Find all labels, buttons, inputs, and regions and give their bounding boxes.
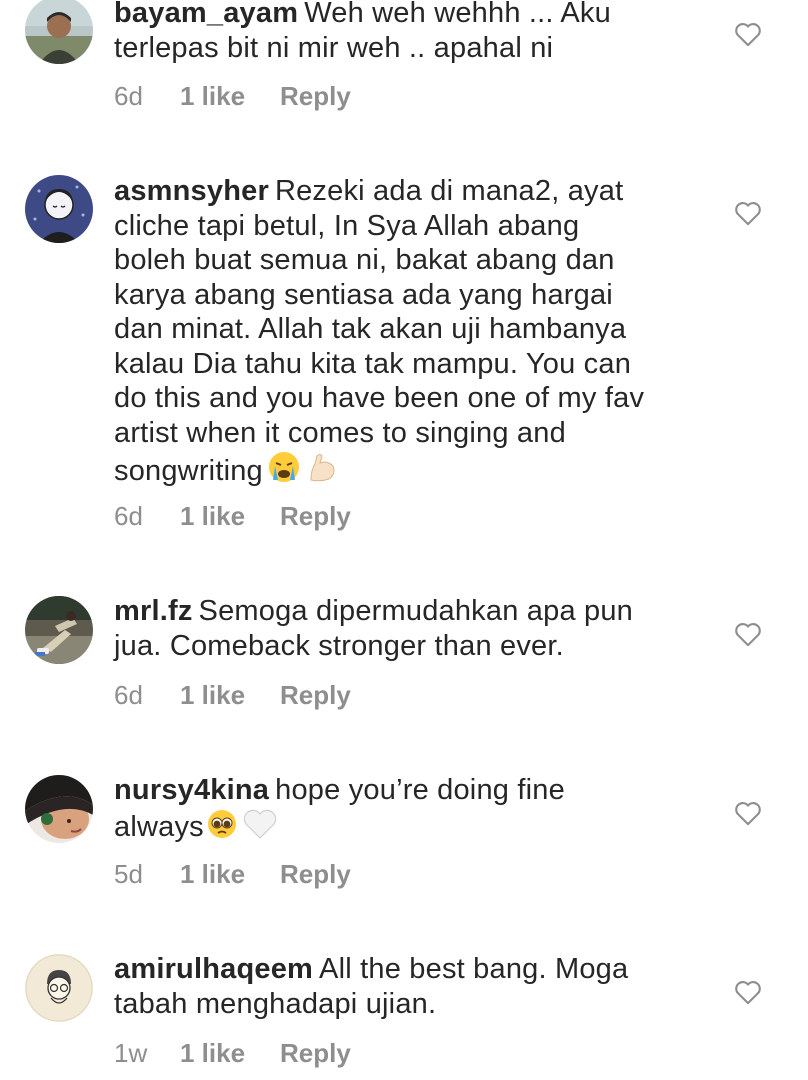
comment-meta: 5d 1 like Reply (114, 858, 351, 890)
comment-meta: 1w 1 like Reply (114, 1037, 351, 1069)
comment-likes[interactable]: 1 like (180, 80, 280, 112)
comment-body: hope you’re doing fine (275, 774, 565, 806)
comment-username[interactable]: mrl.fz (114, 595, 193, 627)
comment-likes[interactable]: 1 like (180, 858, 280, 890)
comment-age: 6d (114, 680, 143, 710)
comment-age: 1w (114, 1038, 148, 1068)
comment-meta: 6d 1 like Reply (114, 500, 351, 532)
comment-text: mrl.fz Semoga dipermudahkan apa pun jua. … (114, 594, 704, 663)
comment-body-line: dan minat. Allah tak akan uji hambanya (114, 313, 627, 345)
comment-likes[interactable]: 1 like (180, 500, 280, 532)
comment-username[interactable]: bayam_ayam (114, 0, 298, 29)
comment-body-line: kalau Dia tahu kita tak mampu. You can (114, 347, 632, 380)
heart-outline-icon[interactable] (734, 200, 762, 226)
reply-button[interactable]: Reply (280, 679, 351, 711)
avatar[interactable] (25, 0, 93, 64)
crying-face-emoji (267, 450, 301, 493)
comment-meta: 6d 1 like Reply (114, 679, 351, 711)
avatar[interactable] (25, 775, 93, 843)
comment-body-line: jua. Comeback stronger than ever. (114, 629, 564, 662)
comment-body-line: tabah menghadapi ujian. (114, 987, 437, 1020)
comment-username[interactable]: asmnsyher (114, 175, 269, 207)
comment-age: 6d (114, 501, 143, 531)
comment-body: Weh weh wehhh ... Aku (304, 0, 611, 29)
comment-body-line: terlepas bit ni mir weh .. apahal ni (114, 31, 554, 64)
comment-text: nursy4kina hope you’re doing fine always (114, 773, 704, 848)
comment-body-line: boleh buat semua ni, bakat abang dan (114, 244, 615, 276)
comment-body: Rezeki ada di mana2, ayat (274, 175, 624, 207)
avatar[interactable] (25, 954, 93, 1022)
comment-body-line: do this and you have been one of my fav (114, 382, 645, 414)
heart-outline-icon[interactable] (734, 621, 762, 647)
comment-username[interactable]: amirulhaqeem (114, 953, 313, 985)
comment-body-line: songwriting (114, 455, 263, 487)
comment-age: 6d (114, 81, 143, 111)
comment-body-line: cliche tapi betul, In Sya Allah abang (114, 209, 580, 242)
reply-button[interactable]: Reply (280, 1037, 351, 1069)
avatar[interactable] (25, 596, 93, 664)
comment-likes[interactable]: 1 like (180, 679, 280, 711)
reply-button[interactable]: Reply (280, 500, 351, 532)
pleading-face-emoji (206, 808, 238, 849)
comment-likes[interactable]: 1 like (180, 1037, 280, 1069)
heart-outline-icon[interactable] (734, 979, 762, 1005)
heart-outline-icon[interactable] (734, 800, 762, 826)
comment-username[interactable]: nursy4kina (114, 774, 269, 806)
avatar[interactable] (25, 175, 93, 243)
comment-body: Semoga dipermudahkan apa pun (198, 595, 634, 627)
white-heart-emoji (242, 808, 278, 849)
comment-body: All the best bang. Moga (319, 953, 629, 985)
reply-button[interactable]: Reply (280, 858, 351, 890)
comment-meta: 6d 1 like Reply (114, 80, 351, 112)
comment-text: asmnsyher Rezeki ada di mana2, ayat clich… (114, 174, 704, 493)
comment-body-line: karya abang sentiasa ada yang hargai (114, 278, 613, 311)
comment-age: 5d (114, 859, 143, 889)
comment-text: amirulhaqeem All the best bang. Moga taba… (114, 952, 704, 1021)
reply-button[interactable]: Reply (280, 80, 351, 112)
comment-text: bayam_ayam Weh weh wehhh ... Aku terlepas… (114, 0, 704, 65)
comment-body-line: artist when it comes to singing and (114, 416, 566, 449)
flexed-biceps-emoji (305, 450, 339, 493)
comment-body-line: always (114, 810, 204, 843)
heart-outline-icon[interactable] (734, 21, 762, 47)
